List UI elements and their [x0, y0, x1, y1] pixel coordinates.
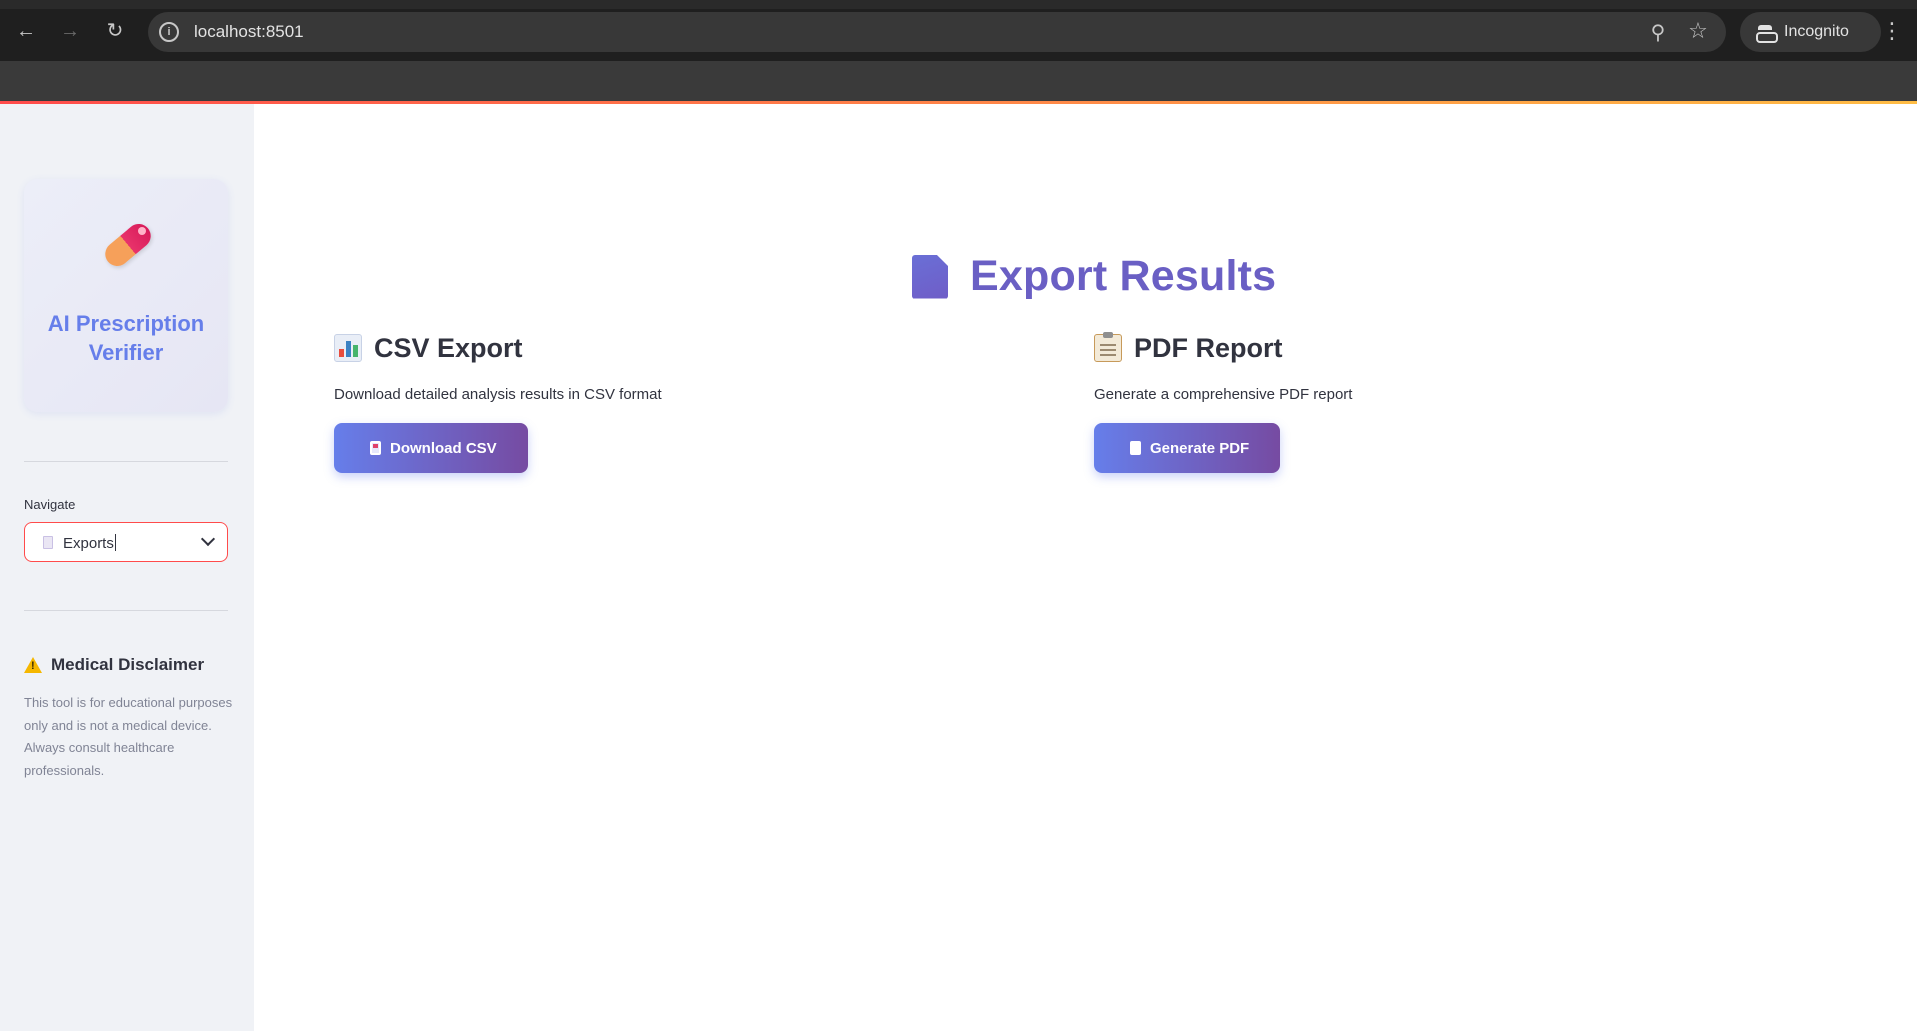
sidebar-divider	[24, 461, 228, 462]
disclaimer-text: This tool is for educational purposes on…	[24, 695, 233, 778]
disclaimer-heading: Medical Disclaimer	[24, 655, 204, 675]
inbox-tray-icon	[370, 441, 381, 455]
document-icon	[912, 254, 948, 299]
bar-chart-icon	[334, 334, 362, 362]
csv-export-heading: CSV Export	[374, 332, 523, 363]
chevron-down-icon[interactable]	[200, 531, 216, 547]
download-csv-label: Download CSV	[390, 439, 497, 457]
clipboard-icon	[1094, 332, 1122, 362]
more-vert-icon[interactable]: ⋮	[1880, 17, 1904, 45]
sidebar: AI Prescription Verifier Navigate Export…	[0, 104, 254, 1031]
navigate-selected-value: Exports	[63, 535, 114, 552]
document-icon	[43, 536, 53, 549]
navigate-select[interactable]: Exports	[24, 522, 228, 562]
pdf-report-heading: PDF Report	[1134, 332, 1283, 363]
generate-pdf-label: Generate PDF	[1150, 439, 1250, 457]
download-csv-button[interactable]: Download CSV	[334, 423, 528, 473]
page-title: Export Results	[912, 252, 1276, 301]
document-icon	[1130, 441, 1141, 455]
tab-strip	[0, 0, 1917, 9]
header-decoration	[0, 101, 1917, 104]
navigate-label: Navigate	[24, 497, 76, 512]
browser-toolbar: ← → ↻ i localhost:8501 ⚲ ☆ Incognito ⋮	[0, 0, 1917, 61]
pill-icon	[100, 219, 156, 271]
pdf-report-section: PDF Report Generate a comprehensive PDF …	[1094, 330, 1352, 473]
csv-export-description: Download detailed analysis results in CS…	[334, 386, 662, 403]
csv-export-section: CSV Export Download detailed analysis re…	[334, 330, 662, 473]
incognito-button[interactable]: Incognito	[1740, 12, 1881, 52]
text-cursor	[114, 534, 116, 551]
address-bar[interactable]: i localhost:8501 ⚲ ☆	[148, 12, 1726, 52]
app-title: AI Prescription Verifier	[47, 311, 205, 365]
pdf-report-description: Generate a comprehensive PDF report	[1094, 386, 1353, 403]
page-title-text: Export Results	[970, 252, 1277, 300]
url-text[interactable]: localhost:8501	[194, 22, 304, 42]
generate-pdf-button[interactable]: Generate PDF	[1094, 423, 1281, 473]
app-header	[0, 61, 1917, 102]
star-icon[interactable]: ☆	[1686, 18, 1710, 43]
warning-icon	[24, 657, 42, 673]
back-arrow-icon[interactable]: ←	[12, 17, 40, 45]
forward-arrow-icon[interactable]: →	[56, 17, 84, 45]
logo-card: AI Prescription Verifier	[24, 179, 228, 412]
zoom-icon[interactable]: ⚲	[1646, 20, 1670, 44]
info-icon[interactable]: i	[159, 22, 179, 42]
reload-icon[interactable]: ↻	[101, 17, 129, 45]
incognito-label: Incognito	[1784, 23, 1849, 40]
disclaimer-title: Medical Disclaimer	[51, 655, 205, 674]
sidebar-divider	[24, 610, 228, 611]
incognito-icon	[1756, 25, 1778, 43]
